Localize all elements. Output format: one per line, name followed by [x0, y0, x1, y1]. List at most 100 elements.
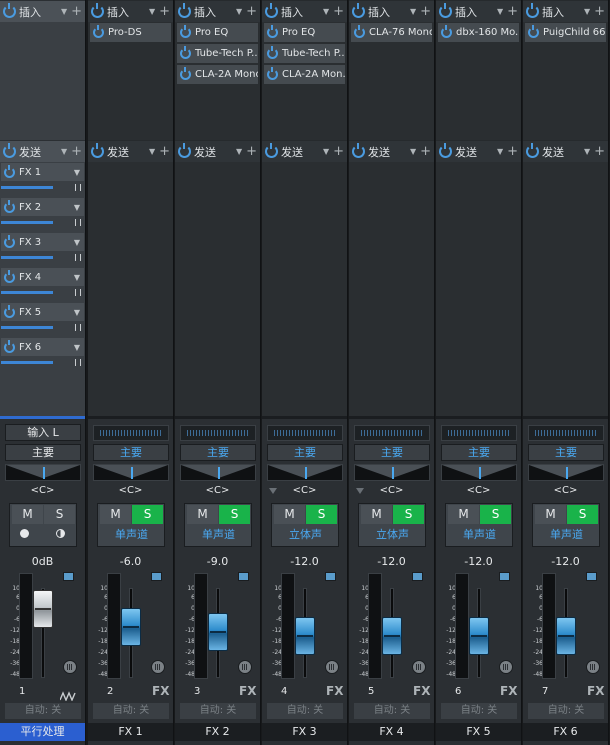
add-insert-icon[interactable]: +: [333, 5, 344, 18]
send-slot[interactable]: FX 4 ▼: [1, 268, 84, 302]
automation-toggle-icon[interactable]: [151, 572, 162, 581]
solo-button[interactable]: S: [567, 505, 598, 524]
automation-mode-button[interactable]: 自动: 关: [267, 703, 343, 719]
power-icon[interactable]: [439, 3, 452, 18]
mute-button[interactable]: M: [187, 505, 218, 524]
solo-button[interactable]: S: [306, 505, 337, 524]
insert-header[interactable]: 插入 ▼ +: [0, 1, 85, 22]
channel-editor-icon[interactable]: [586, 660, 600, 674]
send-header[interactable]: 发送 ▼ +: [349, 141, 434, 162]
insert-header[interactable]: 插入 ▼ +: [262, 1, 347, 22]
send-dropdown-icon[interactable]: ▼: [74, 203, 80, 212]
insert-header[interactable]: 插入 ▼ +: [88, 1, 173, 22]
send-level[interactable]: [1, 356, 84, 369]
send-pan-icon[interactable]: [75, 289, 81, 296]
send-dropdown-icon[interactable]: ▼: [74, 343, 80, 352]
send-power-icon[interactable]: [4, 269, 15, 283]
plugin-power-icon[interactable]: [180, 25, 191, 38]
send-power-icon[interactable]: [4, 234, 15, 248]
send-header[interactable]: 发送 ▼ +: [175, 141, 260, 162]
pan-control[interactable]: [267, 464, 343, 481]
output-select-button[interactable]: 主要: [180, 444, 256, 461]
send-slot[interactable]: FX 3 ▼: [1, 233, 84, 267]
channel-mode-button[interactable]: 单声道: [187, 526, 250, 543]
automation-toggle-icon[interactable]: [238, 572, 249, 581]
send-slot[interactable]: FX 6 ▼: [1, 338, 84, 372]
power-icon[interactable]: [352, 3, 365, 18]
power-icon[interactable]: [265, 3, 278, 18]
send-dropdown-icon[interactable]: ▼: [74, 308, 80, 317]
insert-slot[interactable]: Tube-Tech P...: [177, 44, 258, 63]
automation-mode-button[interactable]: 自动: 关: [354, 703, 430, 719]
add-send-icon[interactable]: +: [594, 145, 605, 158]
mute-button[interactable]: M: [12, 505, 43, 524]
insert-slot[interactable]: Tube-Tech P...: [264, 44, 345, 63]
insert-slot[interactable]: Pro EQ: [264, 23, 345, 42]
volume-fader[interactable]: [556, 616, 576, 655]
channel-editor-icon[interactable]: [499, 660, 513, 674]
plugin-power-icon[interactable]: [267, 46, 278, 59]
automation-toggle-icon[interactable]: [325, 572, 336, 581]
send-header[interactable]: 发送 ▼ +: [436, 141, 521, 162]
add-insert-icon[interactable]: +: [594, 5, 605, 18]
send-pan-icon[interactable]: [75, 359, 81, 366]
plugin-power-icon[interactable]: [441, 25, 452, 38]
send-pan-icon[interactable]: [75, 254, 81, 261]
add-send-icon[interactable]: +: [71, 145, 82, 158]
channel-name[interactable]: FX 3: [262, 723, 347, 741]
power-icon[interactable]: [526, 3, 539, 18]
plugin-power-icon[interactable]: [354, 25, 365, 38]
add-insert-icon[interactable]: +: [159, 5, 170, 18]
send-header[interactable]: 发送 ▼ +: [262, 141, 347, 162]
send-power-icon[interactable]: [4, 164, 15, 178]
insert-header[interactable]: 插入 ▼ +: [349, 1, 434, 22]
plugin-power-icon[interactable]: [528, 25, 539, 38]
volume-fader[interactable]: [208, 613, 228, 651]
dropdown-arrow-icon[interactable]: ▼: [410, 7, 416, 16]
channel-mode-button[interactable]: 单声道: [448, 526, 511, 543]
send-header[interactable]: 发送 ▼ +: [88, 141, 173, 162]
volume-fader[interactable]: [33, 590, 53, 628]
volume-fader[interactable]: [295, 616, 315, 655]
channel-editor-icon[interactable]: [63, 660, 77, 674]
channel-editor-icon[interactable]: [238, 660, 252, 674]
automation-mode-button[interactable]: 自动: 关: [5, 703, 81, 719]
output-select-button[interactable]: 主要: [267, 444, 343, 461]
add-send-icon[interactable]: +: [507, 145, 518, 158]
output-select-button[interactable]: 主要: [528, 444, 604, 461]
send-header[interactable]: 发送 ▼ +: [0, 141, 85, 162]
solo-button[interactable]: S: [219, 505, 250, 524]
mute-button[interactable]: M: [448, 505, 479, 524]
volume-fader[interactable]: [382, 616, 402, 655]
solo-button[interactable]: S: [480, 505, 511, 524]
add-insert-icon[interactable]: +: [246, 5, 257, 18]
send-power-icon[interactable]: [4, 304, 15, 318]
output-select-button[interactable]: 主要: [93, 444, 169, 461]
send-slot-header[interactable]: FX 3 ▼: [1, 233, 84, 251]
plugin-power-icon[interactable]: [267, 25, 278, 38]
channel-editor-icon[interactable]: [151, 660, 165, 674]
automation-toggle-icon[interactable]: [586, 572, 597, 581]
automation-toggle-icon[interactable]: [63, 572, 74, 581]
insert-slot[interactable]: PuigChild 66...: [525, 23, 606, 42]
send-level[interactable]: [1, 286, 84, 299]
send-pan-icon[interactable]: [75, 184, 81, 191]
channel-name[interactable]: FX 2: [175, 723, 260, 741]
add-insert-icon[interactable]: +: [507, 5, 518, 18]
automation-mode-button[interactable]: 自动: 关: [441, 703, 517, 719]
solo-button[interactable]: S: [132, 505, 163, 524]
send-slot[interactable]: FX 5 ▼: [1, 303, 84, 337]
output-select-button[interactable]: 主要: [441, 444, 517, 461]
pan-control[interactable]: [5, 464, 81, 481]
output-select-button[interactable]: 主要: [354, 444, 430, 461]
add-send-icon[interactable]: +: [420, 145, 431, 158]
channel-editor-icon[interactable]: [325, 660, 339, 674]
power-icon[interactable]: [178, 143, 191, 158]
volume-fader[interactable]: [469, 616, 489, 655]
send-header[interactable]: 发送 ▼ +: [523, 141, 608, 162]
send-level[interactable]: [1, 181, 84, 194]
dropdown-arrow-icon[interactable]: ▼: [149, 7, 155, 16]
power-icon[interactable]: [352, 143, 365, 158]
pan-control[interactable]: [528, 464, 604, 481]
send-level[interactable]: [1, 216, 84, 229]
